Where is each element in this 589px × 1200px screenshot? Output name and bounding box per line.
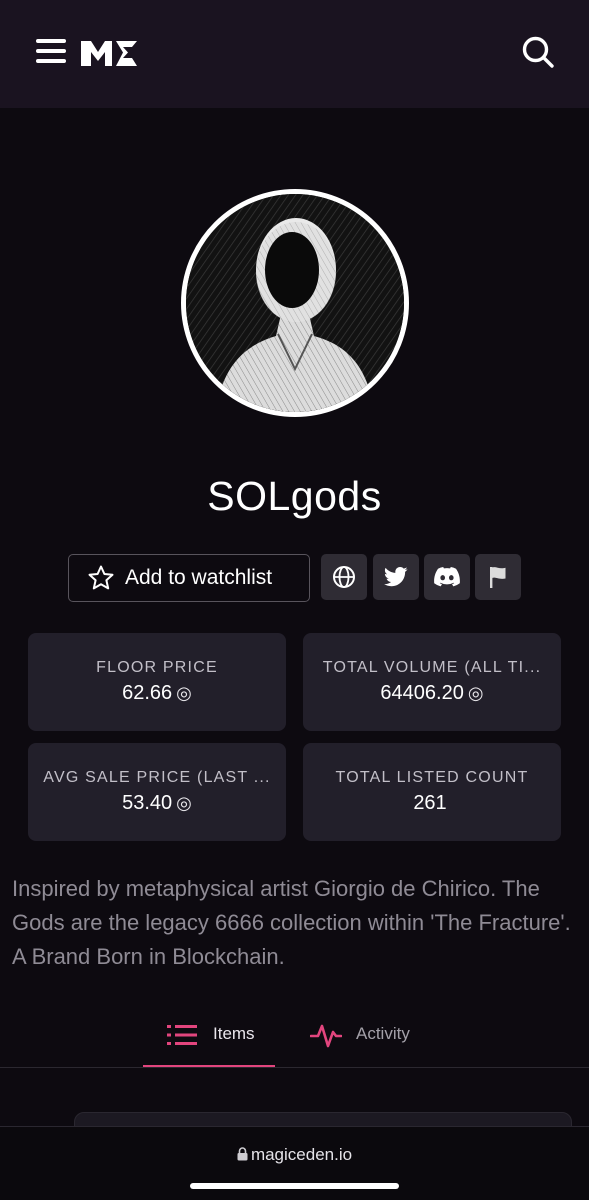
sol-icon: ◎ bbox=[176, 683, 192, 703]
tab-items-label: Items bbox=[213, 1024, 255, 1043]
stat-value: 62.66 ◎ bbox=[122, 682, 192, 704]
twitter-button[interactable] bbox=[373, 554, 419, 600]
top-nav-bar bbox=[0, 0, 589, 108]
report-button[interactable] bbox=[475, 554, 521, 600]
tab-items[interactable]: Items bbox=[143, 1014, 275, 1068]
add-to-watchlist-button[interactable]: Add to watchlist bbox=[68, 554, 310, 602]
tab-divider bbox=[0, 1067, 589, 1068]
collection-title: SOLgods bbox=[207, 473, 382, 519]
discord-button[interactable] bbox=[424, 554, 470, 600]
home-indicator[interactable] bbox=[190, 1183, 399, 1189]
browser-url-bar: magiceden.io bbox=[0, 1126, 589, 1200]
watchlist-label: Add to watchlist bbox=[125, 566, 273, 589]
magic-eden-logo[interactable] bbox=[78, 33, 140, 71]
list-icon bbox=[167, 1025, 197, 1045]
stat-label: AVG SALE PRICE (LAST ... bbox=[43, 769, 271, 786]
page: SOLgods Add to watchlist FLOOR PRICE 62. bbox=[0, 0, 589, 1200]
stat-label: TOTAL LISTED COUNT bbox=[335, 769, 529, 786]
stat-value: 261 bbox=[413, 792, 447, 814]
url-display[interactable]: magiceden.io bbox=[0, 1145, 589, 1165]
tab-activity[interactable]: Activity bbox=[310, 1014, 430, 1068]
stat-avg-sale-price: AVG SALE PRICE (LAST ... 53.40 ◎ bbox=[28, 743, 286, 841]
tab-activity-label: Activity bbox=[356, 1024, 410, 1043]
sol-icon: ◎ bbox=[467, 683, 484, 703]
lock-icon bbox=[237, 1147, 248, 1161]
search-icon[interactable] bbox=[520, 34, 556, 70]
website-button[interactable] bbox=[321, 554, 367, 600]
activity-icon bbox=[310, 1024, 342, 1048]
star-icon bbox=[88, 565, 114, 590]
stat-value: 53.40 ◎ bbox=[122, 792, 192, 814]
collection-description: Inspired by metaphysical artist Giorgio … bbox=[12, 876, 571, 969]
url-text: magiceden.io bbox=[250, 1145, 353, 1164]
stat-label: FLOOR PRICE bbox=[96, 659, 218, 676]
globe-icon bbox=[333, 566, 355, 588]
flag-icon bbox=[490, 567, 506, 588]
hamburger-menu-icon[interactable] bbox=[36, 39, 66, 65]
stat-total-volume: TOTAL VOLUME (ALL TI... 64406.20 ◎ bbox=[303, 633, 561, 731]
twitter-icon bbox=[384, 567, 408, 587]
stat-floor-price: FLOOR PRICE 62.66 ◎ bbox=[28, 633, 286, 731]
sol-icon: ◎ bbox=[176, 793, 192, 813]
stat-total-listed-count: TOTAL LISTED COUNT 261 bbox=[303, 743, 561, 841]
collection-avatar bbox=[181, 189, 409, 417]
stat-value: 64406.20 ◎ bbox=[380, 682, 484, 704]
stat-label: TOTAL VOLUME (ALL TI... bbox=[322, 659, 542, 676]
discord-icon bbox=[434, 567, 460, 587]
